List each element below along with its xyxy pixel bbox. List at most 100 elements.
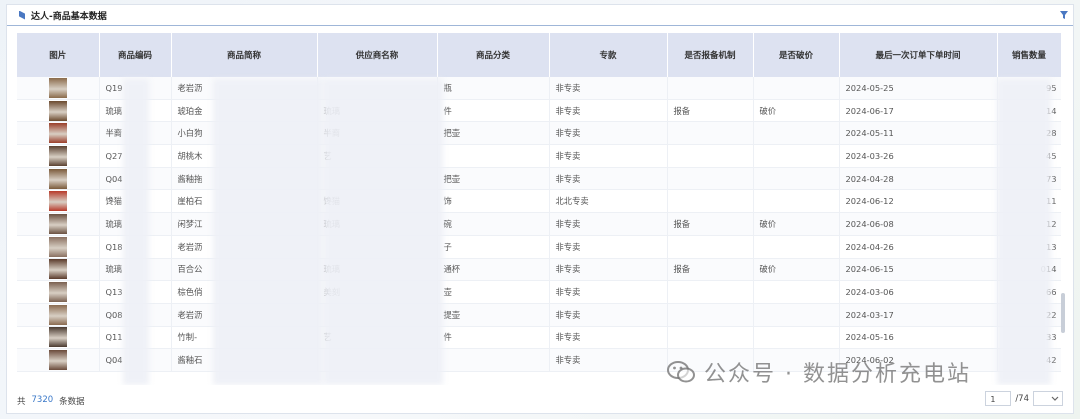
cell-report — [667, 235, 754, 259]
cell-broken: 破价 — [753, 99, 840, 123]
cell-date: 2024-04-26 — [839, 235, 998, 259]
filter-icon[interactable] — [1059, 10, 1069, 20]
cell-category: 子 — [437, 235, 550, 259]
product-thumbnail-cell — [17, 121, 100, 146]
data-table: 图片 商品编码 商品简称 供应商名称 商品分类 专款 是否报备机制 是否破价 最后一次订单下单时… — [17, 33, 1061, 372]
cell-exclusive: 非专卖 — [549, 348, 668, 372]
product-thumbnail-cell — [17, 235, 100, 259]
cell-date: 2024-05-16 — [839, 326, 998, 350]
product-thumbnail — [48, 168, 67, 189]
cell-date: 2024-06-15 — [839, 258, 998, 282]
table-row[interactable]: Q27胡桃木艺非专卖2024-03-2645 — [17, 144, 1061, 168]
product-thumbnail-cell — [17, 144, 100, 168]
table-row[interactable]: Q19 老岩沥瓶非专卖 2024-05-25 95 — [17, 77, 1061, 100]
cell-date: 2024-04-28 — [839, 167, 998, 191]
cell-report — [667, 121, 754, 146]
cell-broken — [753, 144, 840, 168]
column-header[interactable]: 商品简称 — [171, 33, 318, 77]
cell-broken: 破价 — [753, 212, 840, 236]
product-thumbnail — [48, 213, 67, 234]
table-row[interactable]: 半裔小白狗半裔把壶非专卖2024-05-1128 — [17, 121, 1061, 146]
product-thumbnail-cell — [17, 280, 100, 304]
column-header[interactable]: 图片 — [17, 33, 100, 77]
cell-category: 通杯 — [437, 258, 550, 282]
product-thumbnail — [48, 100, 67, 121]
table-header-row: 图片 商品编码 商品简称 供应商名称 商品分类 专款 是否报备机制 是否破价 最后一次订单下单时… — [17, 33, 1061, 77]
column-header[interactable]: 最后一次订单下单时间 — [839, 33, 998, 77]
column-header[interactable]: 销售数量 — [997, 33, 1061, 77]
cell-broken — [753, 303, 840, 327]
table-row[interactable]: Q11竹制-艺件非专卖2024-05-1633 — [17, 326, 1061, 350]
cell-category: 壶 — [437, 280, 550, 304]
product-thumbnail-cell — [17, 348, 100, 372]
count-prefix: 共 — [17, 397, 26, 407]
cell-category — [437, 144, 550, 168]
column-header[interactable]: 商品编码 — [99, 33, 172, 77]
vertical-scrollbar[interactable] — [1061, 33, 1065, 385]
scrollbar-thumb[interactable] — [1061, 293, 1065, 333]
table-row[interactable]: 馋猫崖柏石馋猫饰北北专卖2024-06-1211 — [17, 189, 1061, 214]
table-row[interactable]: 琉璃百合公琉璃通杯非专卖报备破价2024-06-15014 — [17, 258, 1061, 282]
cell-date: 2024-06-08 — [839, 212, 998, 236]
cell-broken — [753, 189, 840, 214]
table-row[interactable]: Q08 老岩沥 提壶 非专卖 2024-03-17 22 — [17, 303, 1061, 327]
cell-exclusive: 非专卖 — [549, 121, 668, 146]
cell-category: 把壶 — [437, 167, 550, 191]
cell-exclusive: 北北专卖 — [549, 189, 668, 214]
table-row[interactable]: Q18 老岩沥子非专卖 2024-04-26 13 — [17, 235, 1061, 259]
table-row[interactable]: Q04 酱釉拖 把壶 非专卖 2024-04-28 73 — [17, 167, 1061, 191]
cell-exclusive: 非专卖 — [549, 280, 668, 304]
cell-exclusive: 非专卖 — [549, 212, 668, 236]
cell-report — [667, 167, 754, 191]
product-thumbnail-cell — [17, 167, 100, 191]
cell-exclusive: 非专卖 — [549, 167, 668, 191]
product-thumbnail-cell — [17, 99, 100, 123]
product-thumbnail — [48, 145, 67, 166]
column-header[interactable]: 是否报备机制 — [667, 33, 754, 77]
cell-report — [667, 280, 754, 304]
page-input[interactable]: 1 — [985, 391, 1012, 406]
product-thumbnail-cell — [17, 212, 100, 236]
table-row[interactable]: 琉璃琥珀金琉璃件非专卖报备破价2024-06-1714 — [17, 99, 1061, 123]
page-select[interactable] — [1033, 391, 1063, 406]
panel-title: 达人-商品基本数据 — [31, 11, 107, 22]
product-thumbnail-cell — [17, 326, 100, 350]
column-header[interactable]: 是否破价 — [753, 33, 840, 77]
cell-report — [667, 189, 754, 214]
panel-header: 达人-商品基本数据 — [7, 5, 1073, 26]
cell-category: 件 — [437, 326, 550, 350]
data-panel: 达人-商品基本数据 图片 商品编码 商品简称 供应商名称 商品分类 专款 是否报备机制 是否破… — [6, 4, 1074, 414]
cell-exclusive: 非专卖 — [549, 303, 668, 327]
title-marker-icon — [19, 10, 25, 20]
data-table-container: 图片 商品编码 商品简称 供应商名称 商品分类 专款 是否报备机制 是否破价 最后一次订单下单时… — [17, 33, 1061, 385]
cell-category: 饰 — [437, 189, 550, 214]
privacy-blur — [123, 79, 149, 385]
cell-category — [437, 348, 550, 372]
cell-report: 报备 — [667, 212, 754, 236]
cell-date: 2024-05-25 — [839, 77, 998, 100]
table-row[interactable]: 琉璃闲梦江琉璃碗非专卖报备破价2024-06-0812 — [17, 212, 1061, 236]
cell-category: 提壶 — [437, 303, 550, 327]
product-thumbnail-cell — [17, 77, 100, 100]
cell-date: 2024-03-26 — [839, 144, 998, 168]
column-header[interactable]: 专款 — [549, 33, 668, 77]
product-thumbnail-cell — [17, 189, 100, 214]
product-thumbnail — [48, 191, 67, 212]
cell-exclusive: 非专卖 — [549, 258, 668, 282]
pagination: 1 /74 — [985, 391, 1063, 406]
watermark: 公众号 · 数据分析充电站 — [666, 356, 971, 388]
table-row[interactable]: Q13棕色俏美刻壶非专卖2024-03-0666 — [17, 280, 1061, 304]
cell-date: 2024-06-12 — [839, 189, 998, 214]
chevron-down-icon — [1051, 396, 1059, 401]
column-header[interactable]: 商品分类 — [437, 33, 550, 77]
privacy-blur — [323, 79, 443, 385]
product-thumbnail — [48, 259, 67, 280]
cell-exclusive: 非专卖 — [549, 144, 668, 168]
cell-report — [667, 326, 754, 350]
cell-exclusive: 非专卖 — [549, 326, 668, 350]
cell-category: 碗 — [437, 212, 550, 236]
column-header[interactable]: 供应商名称 — [317, 33, 438, 77]
cell-broken: 破价 — [753, 258, 840, 282]
cell-report: 报备 — [667, 99, 754, 123]
cell-broken — [753, 77, 840, 100]
